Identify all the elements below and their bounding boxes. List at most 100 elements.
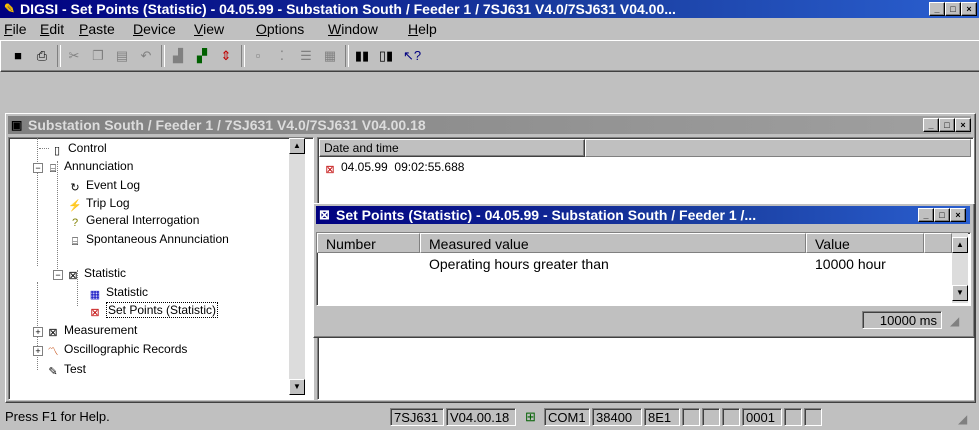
- cut-icon[interactable]: ✂: [63, 45, 85, 67]
- scroll-down-button[interactable]: ▼: [952, 285, 968, 301]
- digsi-app-icon: ✎: [4, 1, 15, 16]
- online-icon[interactable]: ▮▮: [351, 45, 373, 67]
- scroll-up-button[interactable]: ▲: [289, 138, 305, 154]
- child-title: Substation South / Feeder 1 / 7SJ631 V4.…: [28, 117, 426, 133]
- version-field: V04.00.18: [446, 408, 516, 426]
- save-icon[interactable]: ■: [7, 45, 29, 67]
- menu-file[interactable]: File: [4, 21, 27, 37]
- menu-window[interactable]: Window: [328, 21, 378, 37]
- menu-paste[interactable]: Paste: [79, 21, 115, 37]
- frame-field: 8E1: [644, 408, 680, 426]
- empty-column-header: [585, 139, 971, 157]
- copy-icon[interactable]: ❐: [87, 45, 109, 67]
- details-view-icon[interactable]: ▦: [319, 45, 341, 67]
- maximize-button[interactable]: □: [945, 2, 961, 16]
- menu-bar: File Edit Paste Device View Options Wind…: [0, 19, 979, 38]
- help-icon[interactable]: ↖?: [401, 45, 423, 67]
- menu-help[interactable]: Help: [408, 21, 437, 37]
- child-title-bar[interactable]: ▣ Substation South / Feeder 1 / 7SJ631 V…: [8, 116, 971, 134]
- tree-item-test[interactable]: ✎ Test: [45, 362, 86, 378]
- tree-item-annunciation[interactable]: ⌸ Annunciation: [45, 159, 134, 175]
- interrogation-icon: ?: [71, 217, 79, 229]
- small-icons-icon[interactable]: ⁚: [271, 45, 293, 67]
- collapse-icon[interactable]: −: [33, 163, 43, 173]
- date-time-column-header[interactable]: Date and time: [319, 139, 585, 157]
- date-list-row[interactable]: ⊠ 04.05.99 09:02:55.688: [322, 160, 464, 176]
- table-row[interactable]: Operating hours greater than 10000 hour: [317, 255, 937, 273]
- child-minimize-button[interactable]: _: [923, 118, 939, 132]
- set-points-title-bar[interactable]: ⊠ Set Points (Statistic) - 04.05.99 - Su…: [316, 206, 970, 224]
- measurement-icon: ⊠: [48, 327, 58, 339]
- spontaneous-icon: ⌸: [71, 236, 79, 248]
- scroll-down-button[interactable]: ▼: [289, 379, 305, 395]
- offline-icon[interactable]: ▯▮: [375, 45, 397, 67]
- set-points-icon: ⊠: [90, 307, 100, 319]
- large-icons-icon[interactable]: ▫: [247, 45, 269, 67]
- close-button[interactable]: ×: [961, 2, 977, 16]
- menu-view[interactable]: View: [194, 21, 224, 37]
- column-header-blank: [924, 233, 952, 253]
- popup-close-button[interactable]: ×: [950, 208, 966, 222]
- tree-item-statistic[interactable]: ⊠ Statistic: [65, 266, 126, 282]
- navigation-tree: ▯ Control − ⌸ Annunciation ↻ Event Log ⚡ Tri…: [8, 137, 314, 400]
- menu-device[interactable]: Device: [133, 21, 176, 37]
- app-title: DIGSI - Set Points (Statistic) - 04.05.9…: [20, 1, 676, 17]
- popup-minimize-button[interactable]: _: [918, 208, 934, 222]
- print-icon[interactable]: ⎙: [31, 45, 53, 67]
- child-close-button[interactable]: ×: [955, 118, 971, 132]
- tree-item-oscillographic-records[interactable]: 〽 Oscillographic Records: [45, 342, 188, 358]
- tree-item-event-log[interactable]: ↻ Event Log: [67, 178, 140, 194]
- collapse-icon[interactable]: −: [53, 270, 63, 280]
- device-tool-icon[interactable]: ▟: [167, 45, 189, 67]
- tree-item-statistic-values[interactable]: ▦ Statistic: [87, 285, 148, 301]
- device-field: 7SJ631: [390, 408, 444, 426]
- scroll-up-button[interactable]: ▲: [952, 237, 968, 253]
- set-points-table: Number Measured value Value Operating ho…: [316, 232, 971, 306]
- column-header-number[interactable]: Number: [317, 233, 420, 253]
- grid-icon: ▦: [89, 289, 101, 301]
- app-title-bar[interactable]: ✎ DIGSI - Set Points (Statistic) - 04.05…: [0, 0, 979, 18]
- menu-options[interactable]: Options: [256, 21, 304, 37]
- popup-maximize-button[interactable]: □: [934, 208, 950, 222]
- paste-icon[interactable]: ▤: [111, 45, 133, 67]
- status-bar: Press F1 for Help. 7SJ631 V04.00.18 ⊞ CO…: [0, 404, 979, 430]
- empty-status-field: [682, 408, 700, 426]
- project-icon: ▣: [11, 118, 23, 132]
- tree-scrollbar[interactable]: ▲ ▼: [289, 138, 305, 395]
- minimize-button[interactable]: _: [929, 2, 945, 16]
- set-points-window-icon: ⊠: [319, 207, 330, 222]
- menu-edit[interactable]: Edit: [40, 21, 64, 37]
- list-view-icon[interactable]: ☰: [295, 45, 317, 67]
- child-maximize-button[interactable]: □: [939, 118, 955, 132]
- expand-icon[interactable]: +: [33, 346, 43, 356]
- tree-item-control[interactable]: ▯ Control: [27, 141, 107, 157]
- port-field: COM1: [544, 408, 590, 426]
- sort-icon[interactable]: ⇕: [215, 45, 237, 67]
- compare-icon[interactable]: ▞: [191, 45, 213, 67]
- empty-status-field: [804, 408, 822, 426]
- undo-icon[interactable]: ↶: [135, 45, 157, 67]
- statistic-folder-icon: ⊠: [68, 270, 78, 282]
- connection-icon: ⊞: [525, 409, 536, 424]
- toolbar-separator: [161, 45, 165, 67]
- column-header-measured-value[interactable]: Measured value: [420, 233, 806, 253]
- test-icon: ✎: [48, 366, 58, 378]
- tree-item-set-points-statistic[interactable]: ⊠ Set Points (Statistic): [87, 302, 219, 319]
- empty-status-field: [702, 408, 720, 426]
- expand-icon[interactable]: +: [33, 327, 43, 337]
- resize-grip-icon[interactable]: ◢: [958, 412, 967, 426]
- help-hint: Press F1 for Help.: [5, 409, 110, 424]
- timer-value: 10000 ms: [862, 311, 942, 329]
- tree-item-trip-log[interactable]: ⚡ Trip Log: [67, 196, 129, 212]
- table-scrollbar[interactable]: ▲ ▼: [952, 233, 968, 303]
- toolbar-separator: [345, 45, 349, 67]
- tree-item-measurement[interactable]: ⊠ Measurement: [45, 323, 137, 339]
- column-header-value[interactable]: Value: [806, 233, 924, 253]
- toolbar-separator: [241, 45, 245, 67]
- measured-value-cell: Operating hours greater than: [429, 256, 609, 272]
- resize-grip-icon[interactable]: ◢: [950, 314, 959, 328]
- value-cell: 10000 hour: [815, 256, 886, 272]
- tree-item-spontaneous-annunciation[interactable]: ⌸ Spontaneous Annunciation: [67, 232, 229, 248]
- oscillograph-icon: 〽: [47, 346, 59, 358]
- tree-item-general-interrogation[interactable]: ? General Interrogation: [67, 213, 199, 229]
